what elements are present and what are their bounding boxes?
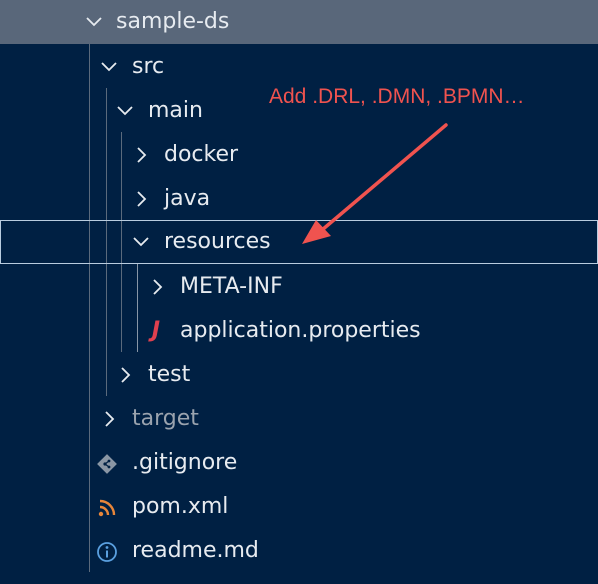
file-explorer: sample-ds src main docker java resources (0, 0, 598, 584)
annotation-arrow (302, 123, 448, 244)
